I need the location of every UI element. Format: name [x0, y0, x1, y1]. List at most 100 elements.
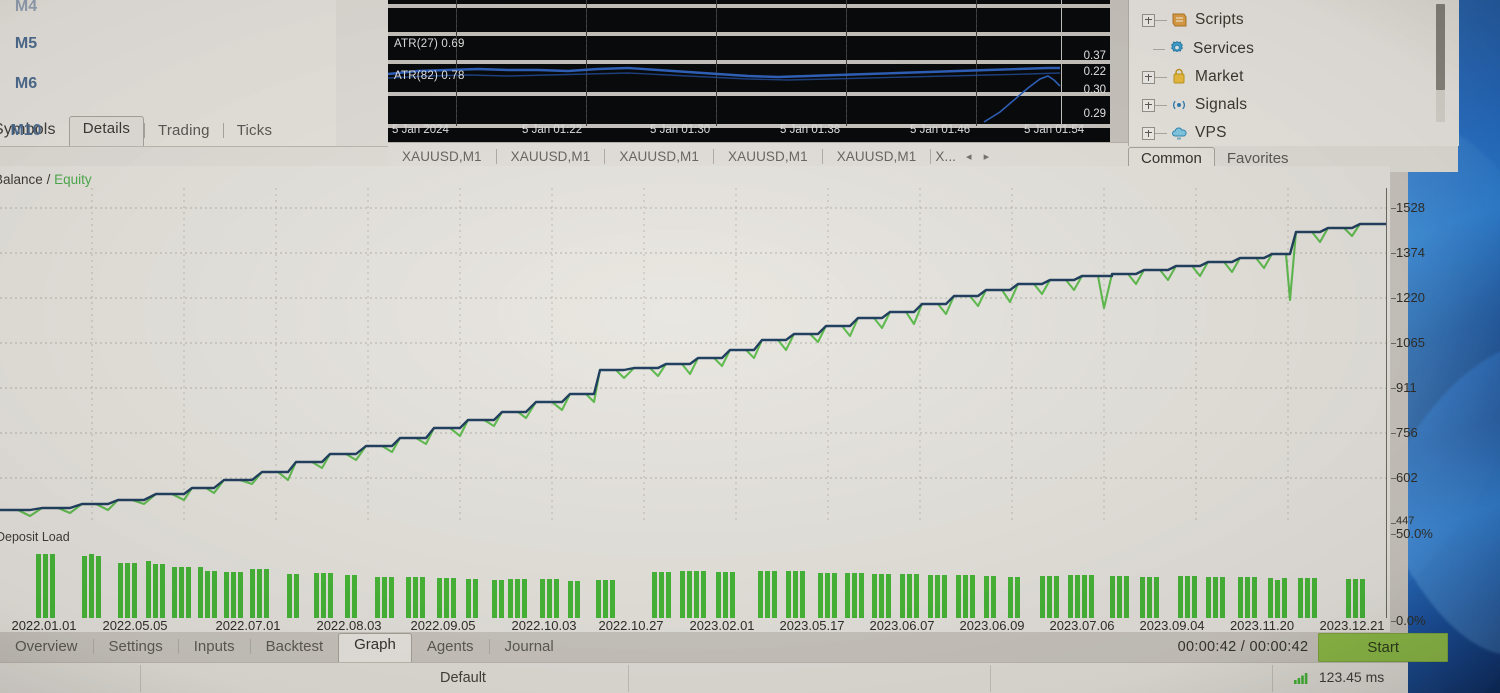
- timeframe-m5[interactable]: M5: [0, 35, 52, 53]
- market-bag-icon: [1169, 67, 1189, 87]
- vps-cloud-icon: [1169, 123, 1189, 143]
- expand-icon[interactable]: [1142, 98, 1155, 112]
- navigator-item-label: Services: [1193, 40, 1255, 57]
- elapsed-time: 00:00:42 / 00:00:42: [1177, 639, 1309, 655]
- equity-balance-plot[interactable]: [0, 188, 1386, 524]
- x-tick-1: 2022.05.05: [102, 618, 168, 633]
- y-tick-1065: 1065: [1391, 335, 1425, 350]
- chart-tab-4[interactable]: XAUUSD,M1: [714, 149, 822, 164]
- navigator-item-services[interactable]: Services: [1128, 35, 1428, 63]
- navigator-item-market[interactable]: Market: [1128, 63, 1428, 91]
- tab-details[interactable]: Details: [68, 116, 145, 146]
- navigator-item-vps[interactable]: VPS: [1128, 119, 1428, 147]
- graph-legend: Balance / Equity: [0, 172, 92, 187]
- time-label-4: 5 Jan 01:46: [910, 124, 971, 136]
- tab-inputs[interactable]: Inputs: [179, 636, 250, 662]
- y-tick-911: 911: [1391, 380, 1417, 395]
- tree-line: [1155, 132, 1167, 134]
- ping-value: 123.45 ms: [1318, 669, 1385, 685]
- expand-icon[interactable]: [1142, 126, 1155, 140]
- y-axis: 1528 1374 1220 1065 911 756 602 447 50.0…: [1386, 188, 1491, 628]
- tester-tab-bar[interactable]: Overview Settings Inputs Backtest Graph …: [0, 632, 1128, 662]
- chart-tabs-scroll-left-icon[interactable]: ◂: [960, 150, 978, 163]
- timeframe-strip: [336, 0, 389, 146]
- navigator-item-signals[interactable]: Signals: [1128, 91, 1428, 119]
- status-bar: 123.45 ms: [0, 662, 1408, 693]
- time-label-0: 5 Jan 2024: [392, 124, 449, 136]
- tree-line: [1155, 76, 1167, 78]
- navigator-item-label: Signals: [1195, 96, 1248, 113]
- x-tick-5: 2022.10.03: [511, 618, 577, 633]
- navigator-item-label: VPS: [1195, 124, 1227, 141]
- ping-indicator[interactable]: 123.45 ms: [1294, 669, 1384, 687]
- y-tick-deposit-min: 0.0%: [1391, 613, 1426, 628]
- tab-backtest[interactable]: Backtest: [251, 636, 339, 662]
- tab-overview[interactable]: Overview: [0, 636, 93, 662]
- chart-tab-2[interactable]: XAUUSD,M1: [497, 149, 605, 164]
- tab-trading[interactable]: Trading: [145, 119, 223, 146]
- tree-line: [1155, 104, 1167, 106]
- price-scale: 0.37 0.22 0.30 0.29: [1061, 0, 1110, 126]
- x-tick-10: 2023.06.09: [959, 618, 1025, 633]
- status-divider: [1272, 665, 1273, 692]
- tab-agents[interactable]: Agents: [412, 636, 489, 662]
- status-divider: [990, 665, 991, 692]
- atr-82-label: ATR(82) 0.78: [394, 70, 465, 82]
- signal-bars-icon: [1294, 671, 1310, 687]
- time-label-5: 5 Jan 01:54: [1024, 124, 1085, 136]
- price-chart[interactable]: ATR(27) 0.69 ATR(82) 0.78 0.37 0.22 0.30…: [388, 0, 1110, 142]
- tree-line: [1155, 19, 1167, 21]
- scale-value-2: 0.30: [1083, 84, 1106, 96]
- chart-tab-1[interactable]: XAUUSD,M1: [388, 149, 496, 164]
- x-tick-11: 2023.07.06: [1049, 618, 1115, 633]
- atr-27-label: ATR(27) 0.69: [394, 38, 465, 50]
- script-icon: [1169, 10, 1189, 30]
- y-tick-756: 756: [1391, 425, 1418, 440]
- chart-tabs-scroll-right-icon[interactable]: ▸: [978, 150, 996, 163]
- deposit-load-histogram[interactable]: [0, 546, 1386, 618]
- y-tick-deposit-max: 50.0%: [1391, 526, 1433, 541]
- tab-settings[interactable]: Settings: [94, 636, 178, 662]
- navigator-scrollbar-thumb[interactable]: [1436, 4, 1445, 90]
- expand-icon[interactable]: [1142, 13, 1155, 27]
- tester-controls: 00:00:42 / 00:00:42 Start: [1068, 632, 1448, 662]
- timeframe-m6[interactable]: M6: [0, 75, 52, 93]
- atr-indicator-lines: [388, 66, 1061, 123]
- tab-journal[interactable]: Journal: [490, 636, 569, 662]
- legend-balance: Balance: [0, 172, 43, 187]
- navigator-item-label: Market: [1195, 68, 1244, 85]
- x-tick-4: 2022.09.05: [410, 618, 476, 633]
- x-tick-7: 2023.02.01: [689, 618, 755, 633]
- time-label-1: 5 Jan 01:22: [522, 124, 583, 136]
- status-divider: [628, 665, 629, 692]
- x-tick-2: 2022.07.01: [215, 618, 281, 633]
- x-tick-9: 2023.06.07: [869, 618, 935, 633]
- x-tick-12: 2023.09.04: [1139, 618, 1205, 633]
- timeframe-m4[interactable]: M4: [0, 0, 52, 16]
- scale-value-0: 0.37: [1083, 50, 1106, 62]
- x-tick-3: 2022.08.03: [316, 618, 382, 633]
- legend-equity: Equity: [54, 172, 92, 187]
- y-tick-602: 602: [1391, 470, 1418, 485]
- x-tick-13: 2023.11.20: [1229, 618, 1295, 633]
- timeframe-m10[interactable]: M10: [0, 122, 52, 140]
- signals-icon: [1169, 95, 1189, 115]
- profile-label[interactable]: Default: [440, 670, 486, 686]
- tab-graph[interactable]: Graph: [338, 633, 412, 662]
- scale-value-3: 0.29: [1083, 108, 1106, 120]
- navigator-item-scripts[interactable]: Scripts: [1128, 6, 1428, 34]
- legend-separator: /: [46, 172, 51, 187]
- equity-curve-svg: [0, 188, 1386, 524]
- tree-line: [1153, 48, 1165, 50]
- status-divider: [140, 665, 141, 692]
- expand-icon[interactable]: [1142, 70, 1155, 84]
- chart-tab-3[interactable]: XAUUSD,M1: [605, 149, 713, 164]
- chart-tab-5[interactable]: XAUUSD,M1: [823, 149, 931, 164]
- chart-tab-6[interactable]: X...: [931, 149, 960, 164]
- tester-graph-panel: Balance / Equity: [0, 166, 1433, 633]
- navigator-item-label: Scripts: [1195, 11, 1244, 28]
- tab-ticks[interactable]: Ticks: [224, 119, 285, 146]
- start-button[interactable]: Start: [1318, 632, 1448, 662]
- services-gear-icon: [1167, 39, 1187, 59]
- time-label-3: 5 Jan 01:38: [780, 124, 841, 136]
